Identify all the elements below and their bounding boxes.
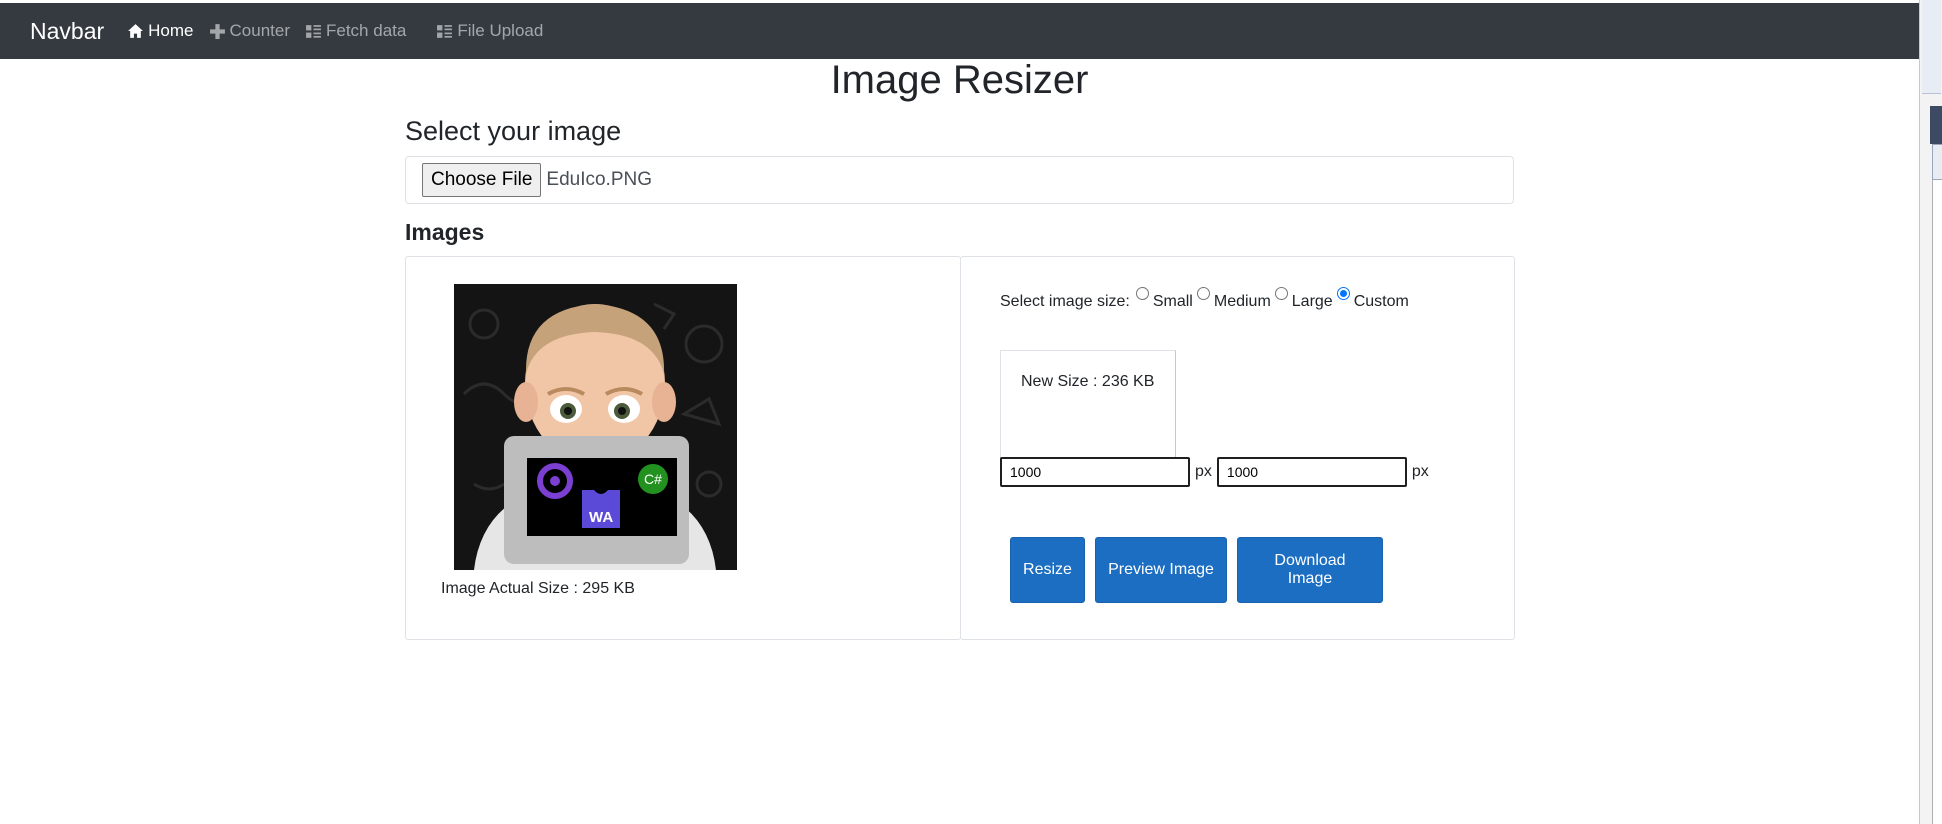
nav-item-home[interactable]: Home [127, 21, 194, 41]
download-image-button[interactable]: Download Image [1237, 537, 1383, 603]
nav-item-file-upload[interactable]: File Upload [436, 21, 543, 41]
images-heading: Images [405, 219, 485, 245]
wa-badge-label: WA [589, 509, 614, 526]
nav-item-label: Fetch data [326, 21, 407, 40]
size-select-label: Select image size: [1000, 293, 1130, 310]
size-option-label: Large [1291, 293, 1333, 310]
radio-large[interactable] [1274, 287, 1288, 300]
original-image-preview: WA C# [454, 284, 737, 570]
edge-panel-top [1922, 0, 1941, 94]
nav-item-counter[interactable]: Counter [209, 21, 290, 41]
navbar-brand[interactable]: Navbar [30, 18, 104, 45]
size-option-label: Medium [1213, 293, 1271, 310]
width-input[interactable] [1000, 457, 1190, 487]
nav-item-label: Home [148, 21, 194, 40]
radio-custom[interactable] [1336, 287, 1350, 300]
size-option-custom[interactable]: Custom [1336, 284, 1409, 311]
nav-item-label: File Upload [457, 21, 544, 40]
size-option-medium[interactable]: Medium [1196, 284, 1271, 311]
list-icon [306, 24, 321, 38]
edge-tab [1930, 106, 1942, 144]
page-title: Image Resizer [830, 58, 1089, 102]
size-option-small[interactable]: Small [1135, 284, 1193, 311]
radio-medium[interactable] [1196, 287, 1210, 300]
new-size-text: New Size : 236 KB [1021, 373, 1155, 390]
home-icon [128, 23, 144, 38]
size-option-large[interactable]: Large [1274, 284, 1333, 311]
original-image-panel: WA C# Image Actual Size : 295 KB [405, 256, 961, 640]
image-size-selector: Select image size: Small Medium Large Cu… [1000, 284, 1413, 311]
action-buttons: Resize Preview Image Download Image [1010, 537, 1383, 603]
edge-content [1932, 180, 1942, 824]
resize-button[interactable]: Resize [1010, 537, 1085, 603]
adjacent-window-edge [1919, 0, 1942, 824]
edge-toolbar [1932, 144, 1942, 180]
plus-icon [209, 23, 225, 39]
preview-image-button[interactable]: Preview Image [1095, 537, 1227, 603]
new-size-box: New Size : 236 KB [1000, 350, 1176, 464]
height-input[interactable] [1216, 457, 1407, 487]
dimension-inputs: px px [1000, 457, 1434, 487]
size-option-label: Small [1152, 293, 1193, 310]
width-unit-label: px [1195, 463, 1212, 480]
choose-file-button[interactable]: Choose File [422, 163, 542, 197]
resize-controls-panel: Select image size: Small Medium Large Cu… [960, 256, 1515, 640]
selected-file-name: EduIco.PNG [546, 169, 652, 190]
height-unit-label: px [1411, 463, 1429, 480]
nav-item-fetch-data[interactable]: Fetch data [305, 21, 406, 41]
size-option-label: Custom [1353, 293, 1409, 310]
top-navbar: Navbar Home Counter Fetch data File Uplo… [0, 3, 1919, 59]
radio-small[interactable] [1135, 287, 1149, 300]
csharp-badge: C# [638, 464, 668, 494]
nav-item-label: Counter [229, 21, 290, 40]
file-input-group: Choose File EduIco.PNG [405, 156, 1514, 204]
actual-size-text: Image Actual Size : 295 KB [441, 580, 635, 597]
select-image-heading: Select your image [405, 116, 622, 146]
avatar-illustration [454, 284, 737, 570]
list-icon [437, 24, 453, 38]
